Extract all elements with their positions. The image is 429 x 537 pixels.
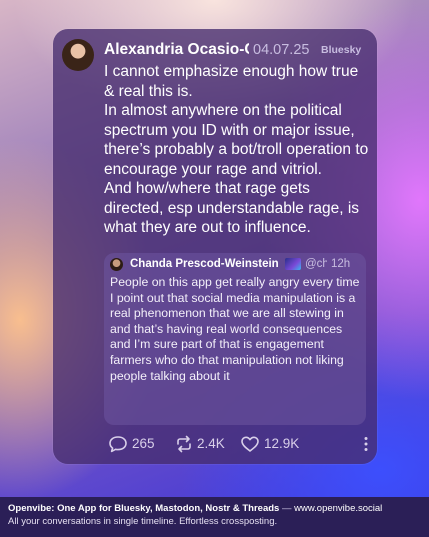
quoted-author-handle: @ch [305,258,327,270]
footer-banner: Openvibe: One App for Bluesky, Mastodon,… [0,497,429,537]
reply-icon[interactable] [108,435,128,458]
quoted-author-name[interactable]: Chanda Prescod-Weinstein [130,257,279,272]
post-paragraph: In almost anywhere on the political spec… [104,102,369,178]
post-card[interactable]: Alexandria Ocasio-Cortez 04.07.25 Bluesk… [53,29,377,464]
footer-brand: Openvibe: One App for Bluesky, Mastodon,… [8,503,280,514]
footer-line-1: Openvibe: One App for Bluesky, Mastodon,… [8,503,382,515]
heart-icon[interactable] [240,435,260,458]
action-bar: 265 2.4K 12.9K [106,434,368,454]
author-avatar[interactable] [62,39,94,71]
galaxy-emoji-icon [285,258,301,270]
quoted-post-text: People on this app get really angry ever… [110,275,360,383]
more-options-icon[interactable] [362,435,370,458]
quoted-author-avatar [110,258,123,271]
like-count: 12.9K [264,436,300,451]
post-body: I cannot emphasize enough how true & rea… [104,62,370,238]
post-paragraph: I cannot emphasize enough how true & rea… [104,63,359,100]
author-name[interactable]: Alexandria Ocasio-Cortez [104,40,249,60]
reply-count: 265 [132,436,155,451]
platform-label: Bluesky [321,44,362,56]
post-date: 04.07.25 [253,42,310,58]
quoted-post[interactable]: Chanda Prescod-Weinstein @ch 12h People … [104,253,366,425]
footer-url[interactable]: www.openvibe.social [294,503,382,514]
repost-count: 2.4K [197,436,225,451]
repost-icon[interactable] [174,435,194,458]
footer-tagline: All your conversations in single timelin… [8,516,278,527]
quoted-post-time: 12h [331,258,351,270]
footer-dash: — [279,503,295,514]
post-paragraph: And how/where that rage gets directed, e… [104,180,360,236]
